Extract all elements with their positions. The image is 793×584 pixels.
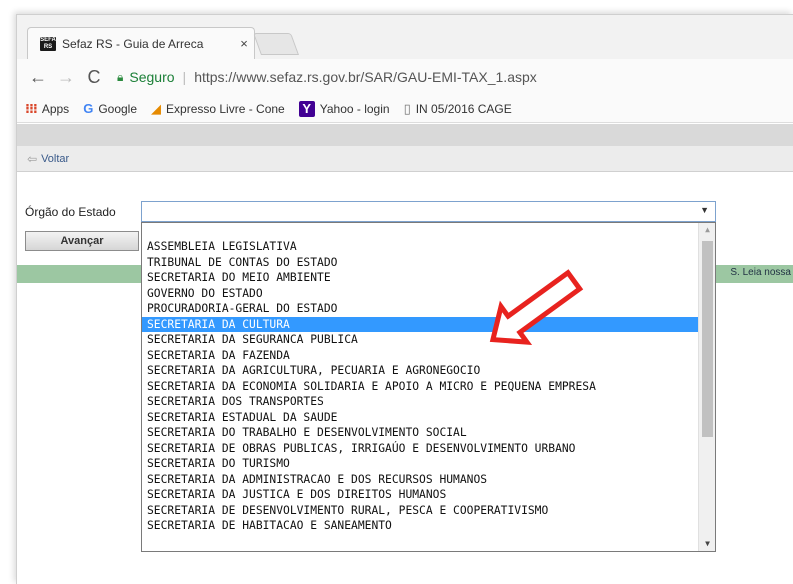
back-arrow-icon: ⇦	[27, 151, 38, 166]
google-icon: G	[83, 101, 94, 116]
address-bar[interactable]: 🔒︎ Seguro | https://www.sefaz.rs.gov.br/…	[117, 64, 793, 90]
sefaz-favicon-icon: SEFA RS	[40, 36, 56, 51]
orgao-label: Órgão do Estado	[25, 205, 116, 219]
url-text: https://www.sefaz.rs.gov.br/SAR/GAU-EMI-…	[194, 69, 537, 85]
dropdown-options: ASSEMBLEIA LEGISLATIVA TRIBUNAL DE CONTAS…	[142, 239, 698, 534]
new-tab-button[interactable]	[252, 33, 300, 55]
dropdown-option[interactable]: SECRETARIA DA ADMINISTRACAO E DOS RECURS…	[142, 472, 698, 488]
dropdown-option[interactable]: SECRETARIA ESTADUAL DA SAUDE	[142, 410, 698, 426]
navigation-bar: ← → C 🔒︎ Seguro | https://www.sefaz.rs.g…	[17, 59, 793, 95]
bookmark-expresso[interactable]: ◢ Expresso Livre - Cone	[151, 101, 285, 117]
dropdown-option[interactable]: SECRETARIA DO TURISMO	[142, 456, 698, 472]
dropdown-scrollbar[interactable]: ▲ ▼	[698, 223, 715, 551]
reload-button[interactable]: C	[83, 66, 105, 88]
dropdown-option[interactable]: SECRETARIA DA JUSTICA E DOS DIREITOS HUM…	[142, 487, 698, 503]
bookmark-apps[interactable]: ⁝⁝⁝ Apps	[25, 101, 69, 117]
yahoo-icon: Y	[298, 100, 315, 117]
bookmark-yahoo[interactable]: Y Yahoo - login	[298, 100, 390, 117]
scroll-down-icon[interactable]: ▼	[699, 539, 716, 548]
dropdown-option[interactable]: SECRETARIA DE DESENVOLVIMENTO RURAL, PES…	[142, 503, 698, 519]
dropdown-option[interactable]: GOVERNO DO ESTADO	[142, 286, 698, 302]
bookmark-google[interactable]: G Google	[83, 101, 137, 116]
voltar-link[interactable]: Voltar	[41, 153, 69, 165]
chevron-down-icon[interactable]: ▼	[700, 205, 709, 215]
dropdown-option[interactable]: SECRETARIA DE HABITACAO E SANEAMENTO	[142, 518, 698, 534]
dropdown-option[interactable]: ASSEMBLEIA LEGISLATIVA	[142, 239, 698, 255]
tab-close-icon[interactable]: ×	[234, 36, 254, 51]
toolbar: ⇦ Voltar	[17, 146, 793, 172]
orgao-dropdown-list[interactable]: ASSEMBLEIA LEGISLATIVA TRIBUNAL DE CONTAS…	[141, 222, 716, 552]
lock-icon: 🔒︎	[117, 69, 124, 84]
dropdown-option[interactable]: PROCURADORIA-GERAL DO ESTADO	[142, 301, 698, 317]
browser-window: SEFA RS Sefaz RS - Guia de Arreca × ← → …	[16, 14, 793, 584]
dropdown-option[interactable]: SECRETARIA DOS TRANSPORTES	[142, 394, 698, 410]
scroll-up-icon[interactable]: ▲	[699, 225, 716, 234]
dropdown-option[interactable]: SECRETARIA DO MEIO AMBIENTE	[142, 270, 698, 286]
bookmarks-bar: ⁝⁝⁝ Apps G Google ◢ Expresso Livre - Cone Y Yah…	[17, 95, 793, 123]
dropdown-option[interactable]: TRIBUNAL DE CONTAS DO ESTADO	[142, 255, 698, 271]
browser-tab[interactable]: SEFA RS Sefaz RS - Guia de Arreca ×	[27, 27, 255, 59]
document-icon: ▯	[403, 100, 411, 116]
tab-title: Sefaz RS - Guia de Arreca	[62, 36, 204, 51]
dropdown-option[interactable]: SECRETARIA DA ECONOMIA SOLIDARIA E APOIO…	[142, 379, 698, 395]
address-separator: |	[182, 69, 187, 85]
bookmark-label: IN 05/2016 CAGE	[415, 101, 512, 116]
bookmark-label: Apps	[41, 101, 70, 116]
forward-button[interactable]: →	[55, 66, 77, 88]
avancar-button[interactable]: Avançar	[25, 231, 139, 251]
secure-label: Seguro	[129, 69, 175, 85]
bookmark-document[interactable]: ▯ IN 05/2016 CAGE	[404, 101, 512, 117]
back-button[interactable]: ←	[27, 66, 49, 88]
dropdown-option[interactable]: SECRETARIA DA SEGURANCA PUBLICA	[142, 332, 698, 348]
dropdown-option[interactable]: SECRETARIA DA FAZENDA	[142, 348, 698, 364]
bookmark-label: Expresso Livre - Cone	[166, 101, 285, 116]
expresso-icon: ◢	[151, 100, 162, 116]
dropdown-option[interactable]: SECRETARIA DE OBRAS PUBLICAS, IRRIGAÚO E…	[142, 441, 698, 457]
bookmark-label: Yahoo - login	[319, 101, 390, 116]
green-bar-text: S. Leia nossa	[730, 267, 791, 278]
dropdown-option[interactable]: SECRETARIA DA CULTURA	[142, 316, 698, 332]
apps-icon: ⁝⁝⁝	[25, 100, 38, 116]
bookmark-label: Google	[98, 101, 138, 116]
page-header-bar	[17, 124, 793, 146]
tab-strip: SEFA RS Sefaz RS - Guia de Arreca ×	[17, 15, 793, 59]
orgao-select[interactable]: ▼	[141, 201, 716, 222]
red-arrow-annotation-icon	[489, 269, 584, 345]
scrollbar-thumb[interactable]	[702, 241, 713, 437]
dropdown-option[interactable]: SECRETARIA DA AGRICULTURA, PECUARIA E AG…	[142, 363, 698, 379]
dropdown-option[interactable]: SECRETARIA DO TRABALHO E DESENVOLVIMENTO…	[142, 425, 698, 441]
